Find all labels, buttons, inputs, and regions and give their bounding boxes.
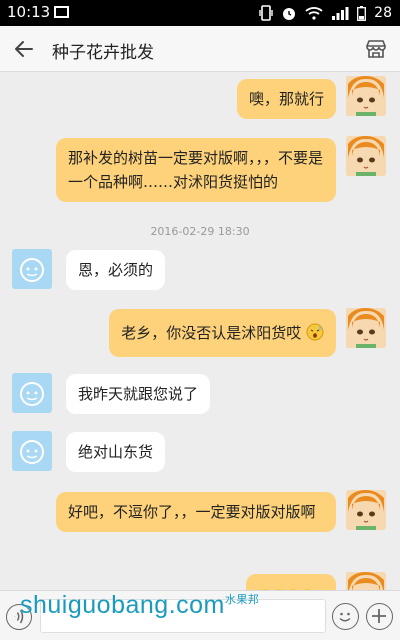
message-bubble[interactable]: 绝对山东货 <box>66 432 166 472</box>
battery-icon <box>357 5 367 21</box>
image-notification-icon <box>54 6 69 18</box>
battery-level: 28 <box>374 5 392 21</box>
message-bubble[interactable]: 恩，必须的 <box>66 250 166 290</box>
message-input[interactable] <box>40 599 326 633</box>
message-bubble-partial[interactable] <box>246 574 336 590</box>
status-time: 10:13 <box>7 3 51 21</box>
voice-icon <box>14 609 24 624</box>
my-avatar[interactable] <box>346 490 386 530</box>
message-bubble[interactable]: 那补发的树苗一定要对版啊，，，不要是一个品种啊……对沭阳货挺怕的 <box>56 138 336 202</box>
voice-input-button[interactable] <box>6 604 32 630</box>
smiley-icon <box>339 612 351 622</box>
my-avatar[interactable] <box>346 308 386 348</box>
message-bubble[interactable]: 噢，那就行 <box>236 79 336 119</box>
chat-title: 种子花卉批发 <box>52 43 154 63</box>
wifi-icon <box>305 7 323 20</box>
back-arrow-icon[interactable] <box>12 37 36 61</box>
nervous-sweat-emoji-icon <box>306 323 324 341</box>
more-options-button[interactable] <box>366 603 393 630</box>
status-bar: 10:13 28 <box>0 0 400 26</box>
signal-icon <box>332 7 349 20</box>
my-avatar[interactable] <box>346 136 386 176</box>
status-icons: 28 <box>259 3 392 23</box>
chat-messages[interactable]: 噢，那就行 那补发的树苗一定要对版啊，，，不要是一个品种啊……对沭阳货挺怕的 2… <box>0 72 400 590</box>
message-bubble[interactable]: 我昨天就跟您说了 <box>66 374 211 414</box>
vibrate-icon <box>259 5 273 21</box>
message-bubble[interactable]: 老乡，你没否认是沭阳货哎 <box>109 309 336 357</box>
my-avatar[interactable] <box>346 572 386 590</box>
message-text: 老乡，你没否认是沭阳货哎 <box>121 324 302 342</box>
merchant-avatar[interactable] <box>12 431 52 471</box>
message-bubble[interactable]: 好吧，不逗你了，，一定要对版对版啊 <box>56 492 336 532</box>
alarm-icon <box>283 8 296 20</box>
title-bar: 种子花卉批发 <box>0 26 400 72</box>
my-avatar[interactable] <box>346 76 386 116</box>
message-timestamp: 2016-02-29 18:30 <box>150 225 250 238</box>
emoji-button[interactable] <box>332 603 359 630</box>
input-bar <box>0 590 400 640</box>
shop-icon[interactable] <box>364 37 388 61</box>
plus-icon <box>372 609 386 623</box>
merchant-avatar[interactable] <box>12 249 52 289</box>
merchant-avatar[interactable] <box>12 373 52 413</box>
